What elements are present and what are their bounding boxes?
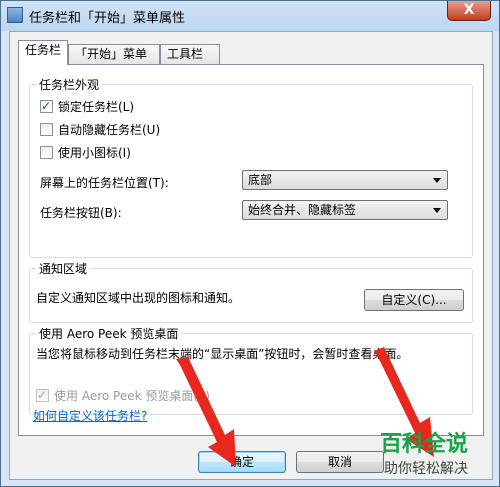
tab-taskbar[interactable]: 任务栏 [18, 40, 68, 65]
checkbox-box[interactable] [36, 386, 49, 404]
taskbar-position-value: 底部 [248, 173, 273, 187]
help-link[interactable]: 如何自定义该任务栏? [33, 407, 147, 424]
close-button[interactable]: X [447, 1, 491, 21]
lock-taskbar-checkbox[interactable]: 锁定任务栏(L) [40, 97, 135, 116]
autohide-taskbar-checkbox[interactable]: 自动隐藏任务栏(U) [40, 121, 160, 139]
small-icons-checkbox[interactable]: 使用小图标(I) [40, 144, 131, 162]
appearance-legend: 任务栏外观 [36, 76, 103, 93]
taskbar-appearance-group: 任务栏外观 锁定任务栏(L) 自动隐藏任务栏(U) 使用小图标(I) 屏幕上的任… [29, 76, 473, 258]
notification-area-group: 通知区域 自定义通知区域中出现的图标和通知。 自定义(C)... [29, 260, 473, 323]
taskbar-buttons-value: 始终合并、隐藏标签 [248, 203, 357, 217]
watermark: 百科全说 助你轻松解决 [372, 426, 500, 487]
watermark-title: 百科全说 [380, 432, 469, 457]
taskbar-position-label: 屏幕上的任务栏位置(T): [40, 176, 169, 190]
checkbox-box[interactable] [40, 97, 53, 115]
taskbar-buttons-select[interactable]: 始终合并、隐藏标签 [242, 200, 448, 220]
notification-description: 自定义通知区域中出现的图标和通知。 [36, 291, 241, 305]
aero-peek-legend: 使用 Aero Peek 预览桌面 [36, 325, 182, 342]
checkbox-box[interactable] [40, 146, 53, 159]
taskbar-position-select[interactable]: 底部 [242, 170, 448, 190]
tab-start-menu[interactable]: 「开始」菜单 [68, 44, 160, 64]
dropdown-arrow-icon [433, 178, 441, 183]
customize-button[interactable]: 自定义(C)... [364, 289, 464, 311]
window-icon [7, 7, 23, 23]
notification-legend: 通知区域 [36, 260, 91, 277]
taskbar-buttons-label: 任务栏按钮(B): [40, 206, 122, 220]
dropdown-arrow-icon [433, 208, 441, 213]
title-bar[interactable]: 任务栏和「开始」菜单属性 X [1, 1, 499, 31]
window-title: 任务栏和「开始」菜单属性 [29, 11, 186, 26]
small-icons-label: 使用小图标(I) [58, 146, 131, 160]
red-arrow-annotation-left [176, 357, 236, 467]
watermark-subtitle: 助你轻松解决 [384, 461, 468, 477]
lock-taskbar-label: 锁定任务栏(L) [58, 100, 135, 114]
autohide-taskbar-label: 自动隐藏任务栏(U) [58, 123, 161, 137]
tab-toolbars[interactable]: 工具栏 [160, 44, 220, 64]
checkbox-box[interactable] [40, 123, 53, 136]
